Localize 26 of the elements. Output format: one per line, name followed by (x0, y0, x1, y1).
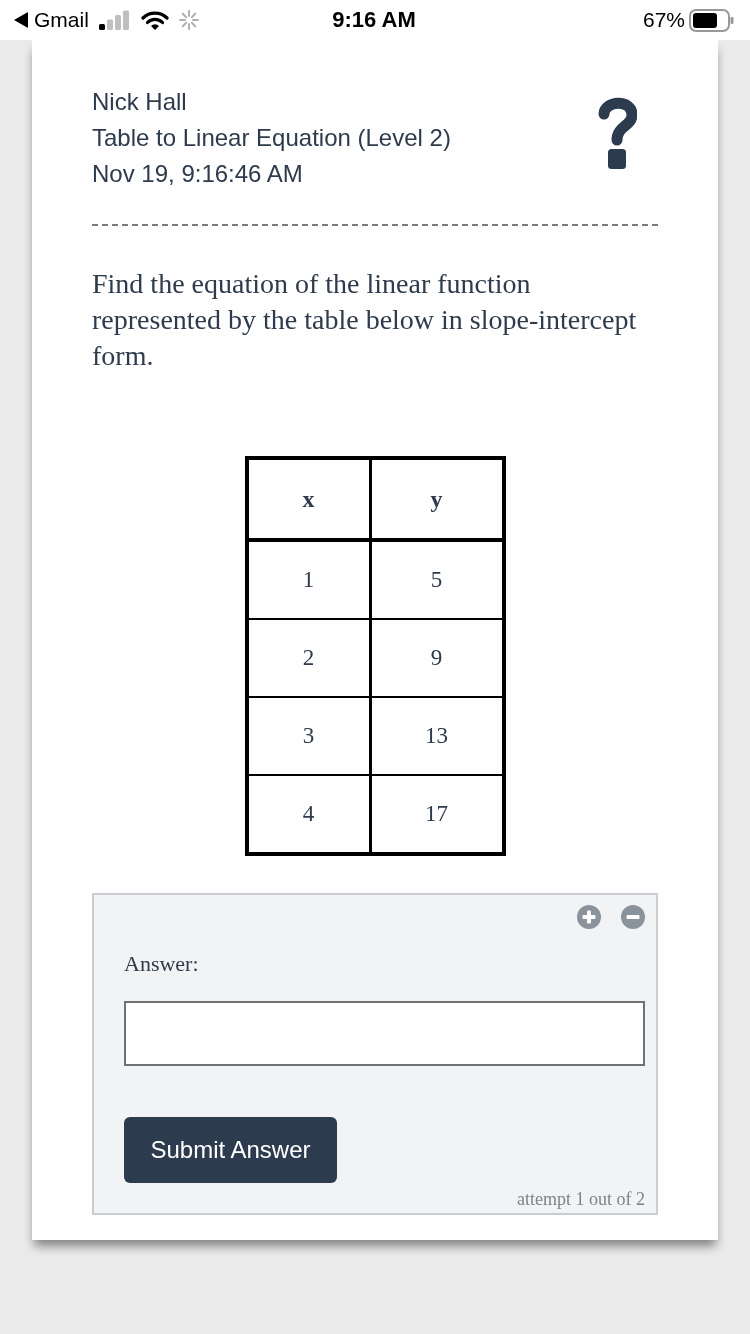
minus-icon[interactable] (621, 905, 645, 929)
signal-icon (98, 10, 131, 30)
timestamp: Nov 19, 9:16:46 AM (92, 159, 303, 189)
answer-label: Answer: (124, 951, 199, 977)
question-text: Find the equation of the linear function represented by the table below in slope-intercept form. (92, 267, 638, 373)
back-link[interactable]: Gmail (14, 8, 89, 32)
help-icon[interactable] (597, 95, 637, 169)
table-cell: 5 (370, 540, 504, 619)
battery-percentage: 67% (642, 8, 685, 32)
submit-answer-button[interactable]: Submit Answer (124, 1117, 337, 1183)
spinner-icon (178, 10, 199, 30)
table-cell: 1 (246, 540, 370, 619)
battery-icon (689, 8, 734, 32)
attempt-counter: attempt 1 out of 2 (517, 1189, 645, 1209)
table-cell: 3 (246, 697, 370, 775)
table-cell: 13 (370, 697, 504, 775)
student-name: Nick Hall (92, 87, 187, 117)
status-time: 9:16 AM (332, 7, 416, 33)
assignment-title: Table to Linear Equation (Level 2) (92, 123, 451, 153)
wifi-icon (140, 9, 169, 31)
table-cell: 9 (370, 619, 504, 697)
back-triangle-icon (14, 12, 28, 28)
table-header-cell: x (246, 458, 370, 540)
table-cell: 2 (246, 619, 370, 697)
answer-input[interactable] (124, 1001, 645, 1066)
plus-icon[interactable] (577, 905, 601, 929)
